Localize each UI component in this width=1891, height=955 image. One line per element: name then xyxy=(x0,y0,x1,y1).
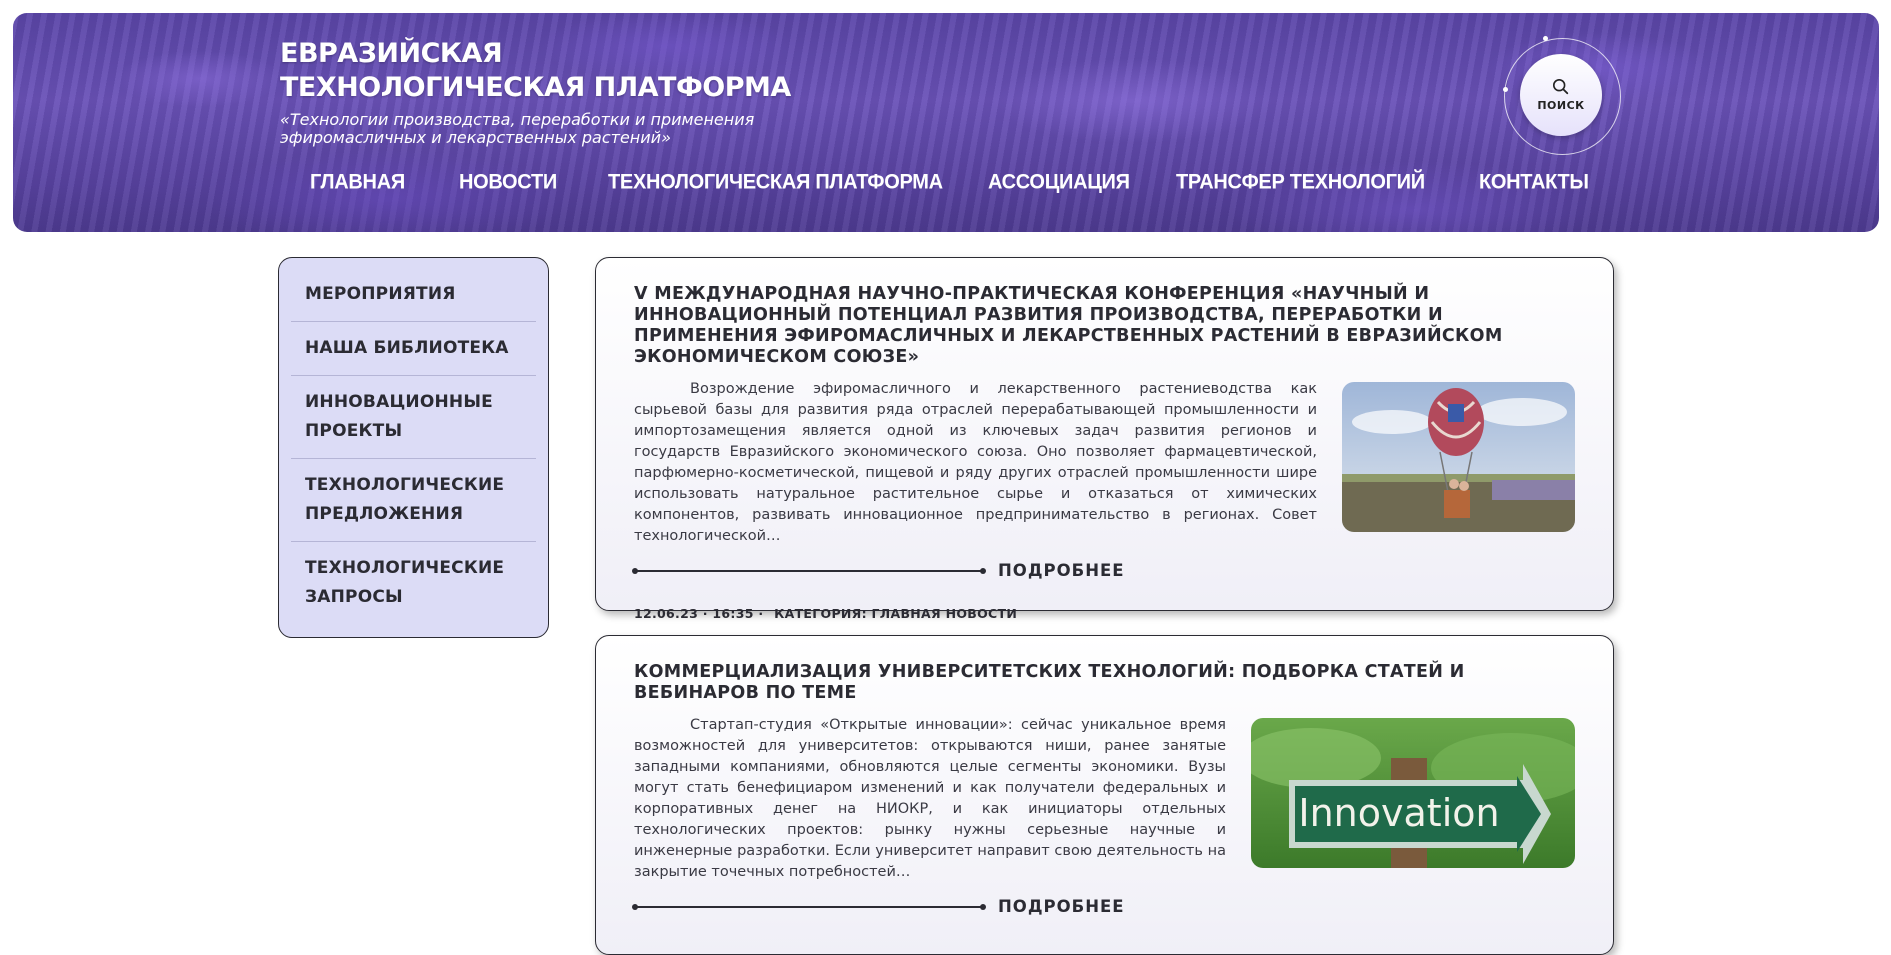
sidebar-item-innovation-projects[interactable]: ИННОВАЦИОННЫЕ ПРОЕКТЫ xyxy=(291,376,536,459)
sidebar-item-tech-offers[interactable]: ТЕХНОЛОГИЧЕСКИЕ ПРЕДЛОЖЕНИЯ xyxy=(291,459,536,542)
main-nav: ГЛАВНАЯ НОВОСТИ ТЕХНОЛОГИЧЕСКАЯ ПЛАТФОРМ… xyxy=(13,170,1879,211)
search-button[interactable]: ПОИСК xyxy=(1520,54,1602,136)
search-icon xyxy=(1552,78,1569,95)
post-excerpt: Возрождение эфиромасличного и лекарствен… xyxy=(634,381,1317,544)
search-widget: ПОИСК xyxy=(1503,36,1623,157)
site-header: ЕВРАЗИЙСКАЯ ТЕХНОЛОГИЧЕСКАЯ ПЛАТФОРМА «Т… xyxy=(13,13,1879,232)
post-meta: 12.06.23 · 16:35 · КАТЕГОРИЯ: ГЛАВНАЯ НО… xyxy=(634,606,1575,621)
more-divider-line xyxy=(632,903,986,910)
sidebar-item-library[interactable]: НАША БИБЛИОТЕКА xyxy=(291,322,536,376)
balloon-photo xyxy=(1342,382,1575,532)
post-excerpt: Стартап-студия «Открытые инновации»: сей… xyxy=(634,717,1226,880)
nav-tech-transfer[interactable]: ТРАНСФЕР ТЕХНОЛОГИЙ xyxy=(1176,170,1425,194)
more-divider-line xyxy=(632,567,986,574)
site-subtitle: «Технологии производства, переработки и … xyxy=(280,110,755,147)
post-card: КОММЕРЦИАЛИЗАЦИЯ УНИВЕРСИТЕТСКИХ ТЕХНОЛО… xyxy=(595,635,1614,955)
innovation-sign-photo: Innovation xyxy=(1251,718,1575,868)
nav-tech-platform[interactable]: ТЕХНОЛОГИЧЕСКАЯ ПЛАТФОРМА xyxy=(608,170,943,194)
read-more-button[interactable]: ПОДРОБНЕЕ xyxy=(998,897,1125,916)
post-category-link[interactable]: КАТЕГОРИЯ: ГЛАВНАЯ НОВОСТИ xyxy=(774,606,1017,621)
post-date: 12.06.23 · 16:35 · xyxy=(634,606,764,621)
sidebar-item-tech-requests[interactable]: ТЕХНОЛОГИЧЕСКИЕ ЗАПРОСЫ xyxy=(291,542,536,624)
nav-home[interactable]: ГЛАВНАЯ xyxy=(310,170,405,194)
nav-contacts[interactable]: КОНТАКТЫ xyxy=(1479,170,1589,194)
sidebar-item-events[interactable]: МЕРОПРИЯТИЯ xyxy=(291,268,536,322)
read-more-button[interactable]: ПОДРОБНЕЕ xyxy=(998,561,1125,580)
nav-news[interactable]: НОВОСТИ xyxy=(459,170,557,194)
post-title[interactable]: КОММЕРЦИАЛИЗАЦИЯ УНИВЕРСИТЕТСКИХ ТЕХНОЛО… xyxy=(634,662,1575,704)
post-image-innovation[interactable]: Innovation xyxy=(1251,718,1575,868)
search-label: ПОИСК xyxy=(1537,99,1585,112)
nav-association[interactable]: АССОЦИАЦИЯ xyxy=(988,170,1130,194)
site-title[interactable]: ЕВРАЗИЙСКАЯ ТЕХНОЛОГИЧЕСКАЯ ПЛАТФОРМА xyxy=(280,37,800,105)
post-image-balloon[interactable] xyxy=(1342,382,1575,532)
post-title[interactable]: V МЕЖДУНАРОДНАЯ НАУЧНО-ПРАКТИЧЕСКАЯ КОНФ… xyxy=(634,284,1575,368)
sign-text: Innovation xyxy=(1298,791,1499,835)
post-card: V МЕЖДУНАРОДНАЯ НАУЧНО-ПРАКТИЧЕСКАЯ КОНФ… xyxy=(595,257,1614,621)
sidebar-menu: МЕРОПРИЯТИЯ НАША БИБЛИОТЕКА ИННОВАЦИОННЫ… xyxy=(278,257,549,638)
